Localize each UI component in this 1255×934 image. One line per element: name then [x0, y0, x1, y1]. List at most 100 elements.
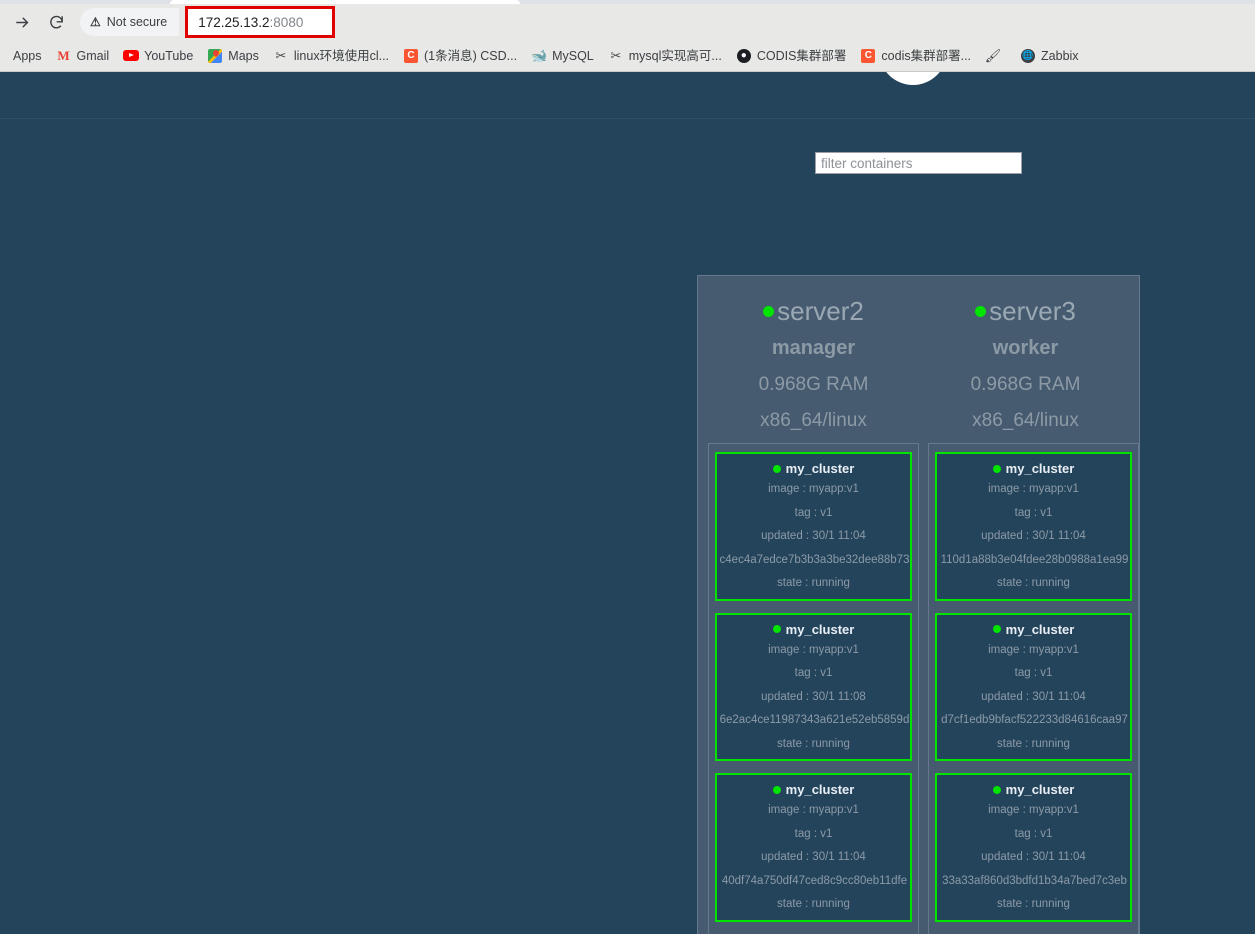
bookmark-label: Maps	[228, 48, 259, 63]
browser-tab[interactable]	[170, 0, 520, 4]
container-card[interactable]: my_cluster image : myapp:v1 tag : v1 upd…	[935, 773, 1132, 922]
omnibox-wrapper: 172.25.13.2:8080	[185, 5, 1247, 39]
tab-strip	[0, 0, 1255, 4]
node-ram-label: 0.968G RAM	[970, 374, 1081, 395]
container-tag: tag : v1	[794, 506, 833, 519]
node-name: server2	[763, 298, 864, 324]
container-tag: tag : v1	[794, 827, 833, 840]
container-name-label: my_cluster	[1005, 461, 1075, 476]
node-status-dot-icon	[975, 305, 987, 317]
container-image: image : myapp:v1	[988, 483, 1079, 495]
knife-icon: ✂	[275, 47, 287, 63]
container-hash: 40df74a750df47ced8c9cc80eb11dfe	[721, 874, 908, 887]
container-tag: tag : v1	[1014, 506, 1053, 519]
container-column-server3: my_cluster image : myapp:v1 tag : v1 upd…	[928, 443, 1139, 934]
container-name-label: my_cluster	[785, 782, 855, 797]
node-ram-label: 0.968G RAM	[758, 374, 869, 395]
container-state: state : running	[997, 737, 1070, 750]
container-card[interactable]: my_cluster image : myapp:v1 tag : v1 upd…	[715, 452, 912, 601]
swarm-visualizer-page: server2 manager 0.968G RAM x86_64/linux …	[0, 72, 1255, 934]
container-image: image : myapp:v1	[988, 804, 1079, 816]
container-card[interactable]: my_cluster image : myapp:v1 tag : v1 upd…	[935, 452, 1132, 601]
container-state: state : running	[777, 577, 850, 589]
container-title: my_cluster	[937, 783, 1130, 796]
container-title: my_cluster	[717, 462, 910, 475]
knife-icon: ✂	[610, 47, 622, 63]
browser-chrome: ⚠ Not secure 172.25.13.2:8080 Apps M Gma…	[0, 0, 1255, 72]
node-name: server3	[975, 298, 1076, 324]
bookmark-csdn-message[interactable]: C (1条消息) CSD...	[396, 45, 524, 67]
bookmark-linux-cl[interactable]: ✂ linux环境使用cl...	[266, 45, 396, 67]
bookmarks-bar: Apps M Gmail YouTube Maps ✂ linux环境使用cl.…	[0, 40, 1255, 71]
container-name-label: my_cluster	[785, 461, 855, 476]
container-updated: updated : 30/1 11:08	[761, 690, 866, 703]
docker-swarm-logo	[879, 72, 947, 85]
container-status-dot-icon	[772, 464, 781, 473]
reload-icon[interactable]	[42, 8, 70, 36]
address-bar[interactable]: 172.25.13.2:8080	[185, 6, 336, 38]
node-role-label: worker	[992, 337, 1059, 359]
github-icon: ●	[736, 48, 752, 64]
container-state: state : running	[777, 737, 850, 750]
container-state: state : running	[997, 898, 1070, 910]
bookmark-codis-csdn[interactable]: C codis集群部署...	[853, 45, 978, 67]
bookmark-label: MySQL	[552, 48, 594, 63]
container-title: my_cluster	[717, 623, 910, 636]
bookmark-codis-github[interactable]: ● CODIS集群部署	[729, 45, 854, 67]
filter-containers-input[interactable]	[815, 152, 1022, 174]
bookmark-mysql-ha[interactable]: ✂ mysql实现高可...	[601, 45, 729, 67]
container-status-dot-icon	[772, 625, 781, 633]
container-card[interactable]: my_cluster image : myapp:v1 tag : v1 upd…	[715, 773, 912, 922]
cluster-panel: server2 manager 0.968G RAM x86_64/linux …	[697, 275, 1140, 934]
bookmark-paint[interactable]: 🖌	[978, 45, 1013, 67]
bookmark-youtube[interactable]: YouTube	[116, 45, 200, 67]
container-image: image : myapp:v1	[768, 483, 859, 495]
csdn-icon: C	[860, 48, 876, 64]
node-name-label: server3	[989, 296, 1076, 326]
container-column-server2: my_cluster image : myapp:v1 tag : v1 upd…	[708, 443, 919, 934]
bookmark-label: CODIS集群部署	[756, 48, 847, 63]
container-card[interactable]: my_cluster image : myapp:v1 tag : v1 upd…	[935, 612, 1132, 761]
container-tag: tag : v1	[1014, 667, 1053, 679]
bookmark-zabbix[interactable]: 🌐 Zabbix	[1013, 45, 1086, 67]
csdn-icon: C	[403, 48, 419, 64]
container-title: my_cluster	[937, 462, 1130, 475]
forward-icon[interactable]	[8, 8, 36, 36]
container-updated: updated : 30/1 11:04	[761, 851, 866, 863]
container-card[interactable]: my_cluster image : myapp:v1 tag : v1 upd…	[715, 612, 912, 761]
youtube-icon	[123, 48, 140, 64]
security-status-label: Not secure	[106, 15, 168, 29]
bookmark-label: Zabbix	[1041, 48, 1079, 63]
bookmark-apps[interactable]: Apps	[6, 45, 49, 67]
container-state: state : running	[777, 898, 850, 910]
container-updated: updated : 30/1 11:04	[761, 530, 866, 542]
bookmark-maps[interactable]: Maps	[200, 45, 266, 67]
container-tag: tag : v1	[794, 667, 833, 679]
container-hash: 110d1a88b3e04fdee28b0988a1ea99	[940, 553, 1129, 566]
node-header-server3: server3 worker 0.968G RAM x86_64/linux	[920, 276, 1131, 430]
node-name-label: server2	[777, 296, 864, 326]
bookmark-mysql[interactable]: 🐋 MySQL	[524, 45, 601, 67]
filter-row	[0, 119, 1255, 164]
container-tag: tag : v1	[1014, 827, 1053, 840]
container-hash: 6e2ac4ce11987343a621e52eb5859d	[719, 714, 910, 726]
maps-icon	[207, 48, 223, 64]
url-port: :8080	[269, 14, 304, 30]
container-status-dot-icon	[992, 785, 1001, 794]
container-status-dot-icon	[992, 625, 1001, 633]
bookmark-label: mysql实现高可...	[628, 48, 722, 63]
bookmark-gmail[interactable]: M Gmail	[49, 45, 117, 67]
bookmark-label: Gmail	[76, 48, 110, 63]
container-hash: c4ec4a7edce7b3b3a3be32dee88b73	[719, 553, 910, 566]
security-status-chip[interactable]: ⚠ Not secure	[80, 8, 180, 36]
bookmark-label: linux环境使用cl...	[293, 48, 390, 63]
container-name-label: my_cluster	[1005, 621, 1075, 637]
container-state: state : running	[997, 577, 1070, 589]
browser-toolbar: ⚠ Not secure 172.25.13.2:8080	[0, 4, 1255, 40]
globe-icon: 🌐	[1020, 48, 1036, 64]
container-status-dot-icon	[992, 464, 1001, 473]
container-name-label: my_cluster	[1005, 782, 1075, 797]
gmail-icon: M	[57, 47, 70, 63]
container-image: image : myapp:v1	[768, 643, 859, 656]
bookmark-label: codis集群部署...	[881, 48, 972, 63]
